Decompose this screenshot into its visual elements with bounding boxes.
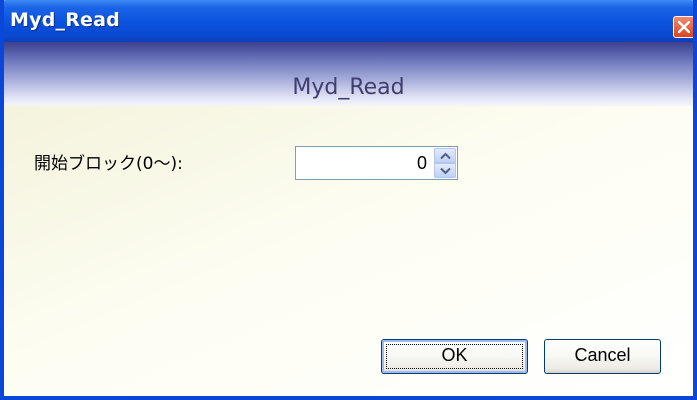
start-block-input[interactable]: 0 (417, 153, 427, 174)
start-block-spinner[interactable]: 0 (295, 146, 458, 180)
start-block-label: 開始ブロック(0〜): (34, 154, 183, 174)
dialog-content: 開始ブロック(0〜): 0 OK Cancel (4, 106, 693, 396)
ok-button[interactable]: OK (381, 339, 528, 374)
cancel-button-label: Cancel (574, 345, 631, 365)
spin-down-button[interactable] (434, 163, 456, 178)
window-title: Myd_Read (10, 9, 120, 31)
spin-up-button[interactable] (434, 148, 456, 163)
banner-title: Myd_Read (292, 75, 405, 100)
cancel-button[interactable]: Cancel (544, 339, 661, 374)
ok-button-label: OK (441, 345, 468, 365)
close-icon (678, 21, 690, 33)
chevron-up-icon (440, 152, 451, 160)
close-button[interactable] (673, 16, 693, 38)
spinner-buttons (434, 148, 456, 178)
header-banner: Myd_Read (4, 42, 693, 106)
dialog-window: Myd_Read Myd_Read 開始ブロック(0〜): 0 OK Cance… (0, 0, 697, 400)
title-bar[interactable]: Myd_Read (4, 0, 693, 42)
chevron-down-icon (440, 167, 451, 175)
